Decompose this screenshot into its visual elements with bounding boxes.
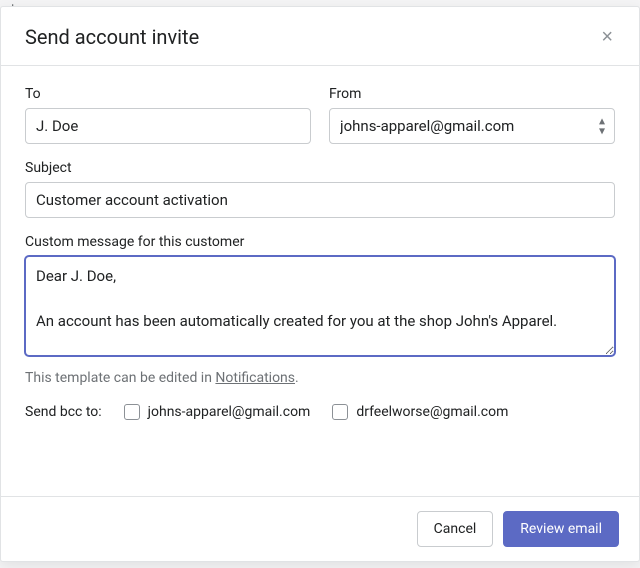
to-from-row: To From johns-apparel@gmail.com ▴▾: [25, 86, 615, 144]
review-email-button[interactable]: Review email: [503, 511, 619, 547]
subject-field: Subject: [25, 160, 615, 218]
bcc-option-label-1: drfeelworse@gmail.com: [356, 404, 508, 420]
bcc-option-1: drfeelworse@gmail.com: [332, 404, 508, 420]
from-label: From: [329, 86, 615, 102]
modal-header: Send account invite ×: [1, 7, 639, 66]
modal-footer: Cancel Review email: [1, 496, 639, 561]
modal-title: Send account invite: [25, 25, 199, 49]
send-invite-modal: Send account invite × To From johns-appa…: [0, 6, 640, 562]
message-label: Custom message for this customer: [25, 234, 615, 250]
from-select[interactable]: johns-apparel@gmail.com: [329, 108, 615, 144]
bcc-label: Send bcc to:: [25, 404, 102, 420]
to-field: To: [25, 86, 311, 144]
modal-body: To From johns-apparel@gmail.com ▴▾ Subje…: [1, 66, 639, 496]
to-input[interactable]: [25, 108, 311, 144]
message-textarea[interactable]: [25, 256, 615, 356]
cancel-button[interactable]: Cancel: [417, 511, 494, 547]
to-label: To: [25, 86, 311, 102]
subject-input[interactable]: [25, 182, 615, 218]
bcc-checkbox-1[interactable]: [332, 404, 348, 420]
subject-label: Subject: [25, 160, 615, 176]
template-note-prefix: This template can be edited in: [25, 370, 215, 386]
bcc-option-0: johns-apparel@gmail.com: [124, 404, 311, 420]
from-field: From johns-apparel@gmail.com ▴▾: [329, 86, 615, 144]
bcc-row: Send bcc to: johns-apparel@gmail.com drf…: [25, 404, 615, 420]
message-field: Custom message for this customer: [25, 234, 615, 356]
template-note-suffix: .: [295, 370, 299, 386]
bcc-option-label-0: johns-apparel@gmail.com: [148, 404, 311, 420]
notifications-link[interactable]: Notifications: [215, 370, 295, 386]
close-icon[interactable]: ×: [595, 23, 619, 51]
template-note: This template can be edited in Notificat…: [25, 370, 615, 386]
bcc-checkbox-0[interactable]: [124, 404, 140, 420]
from-select-wrap: johns-apparel@gmail.com ▴▾: [329, 108, 615, 144]
